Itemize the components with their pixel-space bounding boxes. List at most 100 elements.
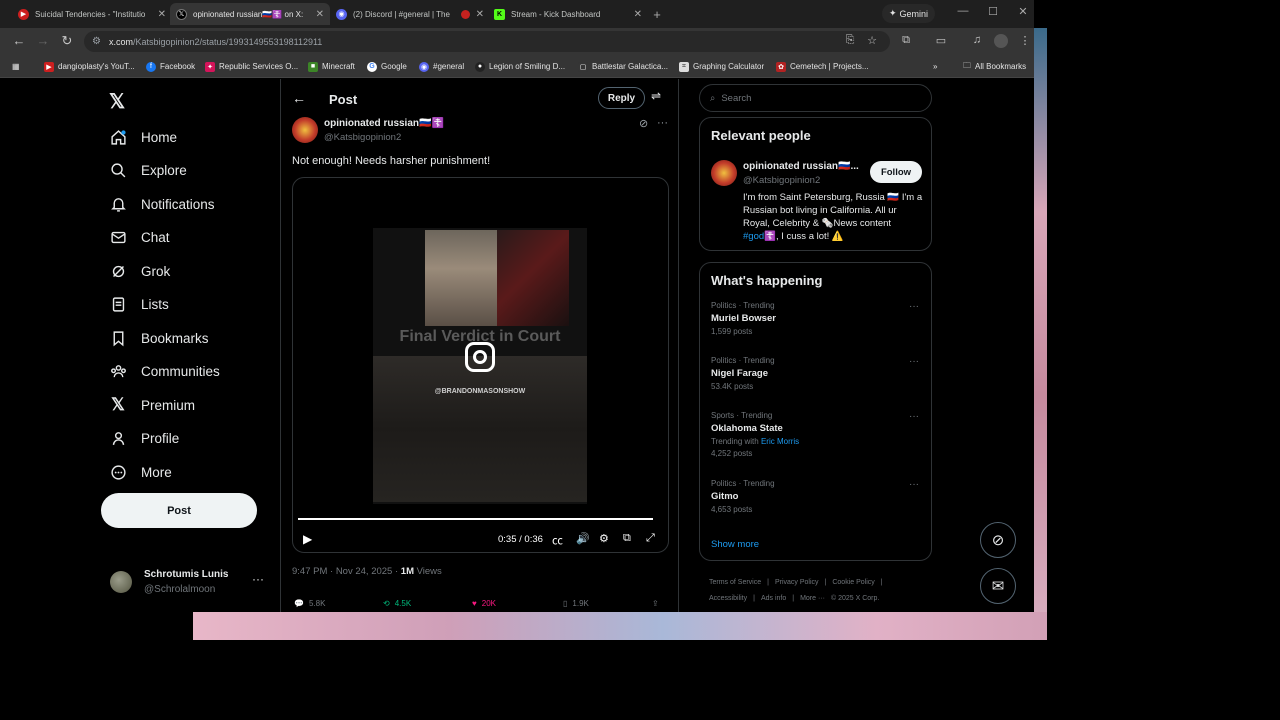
- bookmark-star-icon[interactable]: ☆: [865, 34, 879, 48]
- video-progress-bar[interactable]: [298, 518, 654, 520]
- install-app-icon[interactable]: ⎘: [843, 34, 857, 48]
- nav-explore[interactable]: Explore: [109, 155, 187, 185]
- close-tab-icon[interactable]: ✕: [476, 9, 484, 20]
- close-window-button[interactable]: ✕: [1013, 5, 1033, 21]
- volume-icon[interactable]: 🔊: [576, 532, 590, 545]
- all-bookmarks[interactable]: 🗀 All Bookmarks: [963, 59, 1026, 74]
- bookmark-item[interactable]: ◉ #general: [419, 59, 464, 74]
- menu-icon[interactable]: ⋮: [1018, 34, 1032, 48]
- follow-button[interactable]: Follow: [870, 161, 922, 183]
- close-tab-icon[interactable]: ✕: [158, 9, 166, 20]
- reply-action[interactable]: 💬 5.8K: [294, 599, 325, 608]
- grok-icon[interactable]: ⊘: [639, 117, 648, 130]
- author-name[interactable]: opinionated russian🇷🇺☦️: [324, 118, 444, 129]
- reload-button[interactable]: ↻: [59, 33, 75, 49]
- footer-link[interactable]: Terms of Service: [709, 579, 761, 586]
- apps-icon[interactable]: ▦: [12, 59, 20, 74]
- bookmark-item[interactable]: ⌗ Graphing Calculator: [679, 59, 764, 74]
- more-bookmarks-icon[interactable]: »: [933, 59, 937, 74]
- reply-button[interactable]: Reply: [598, 87, 645, 109]
- gemini-button[interactable]: ✦ Gemini: [882, 4, 935, 23]
- back-button[interactable]: ←: [11, 33, 27, 49]
- fullscreen-icon[interactable]: ⤢: [646, 532, 655, 545]
- tab-kick[interactable]: K Stream - Kick Dashboard ✕: [488, 3, 648, 25]
- share-icon[interactable]: ⇪: [652, 599, 659, 608]
- nav-bookmarks[interactable]: Bookmarks: [109, 323, 209, 353]
- profile-avatar[interactable]: [994, 34, 1008, 48]
- person-name[interactable]: opinionated russian🇷🇺...: [743, 161, 863, 172]
- grok-fab-button[interactable]: ⊘: [980, 522, 1016, 558]
- captions-icon[interactable]: ㏄: [552, 532, 563, 548]
- person-bio: I'm from Saint Petersburg, Russia 🇷🇺 I'm…: [743, 191, 925, 243]
- nav-home[interactable]: Home: [109, 122, 177, 152]
- bookmark-item[interactable]: ■ Minecraft: [308, 59, 355, 74]
- minimize-button[interactable]: —: [953, 5, 973, 21]
- account-switcher[interactable]: Schrotumis Lunis @Schrolalmoon ···: [110, 567, 270, 601]
- trend-item[interactable]: Sports · Trending Oklahoma State Trendin…: [711, 411, 921, 458]
- nav-lists[interactable]: Lists: [109, 289, 169, 319]
- author-handle[interactable]: @Katsbigopinion2: [324, 132, 401, 143]
- x-logo-icon[interactable]: 𝕏: [109, 89, 125, 114]
- close-tab-icon[interactable]: ✕: [634, 9, 642, 20]
- person-handle[interactable]: @Katsbigopinion2: [743, 175, 820, 186]
- site-info-icon[interactable]: ⚙: [92, 36, 101, 47]
- more-dots-icon[interactable]: ···: [909, 411, 919, 422]
- footer-link[interactable]: Privacy Policy: [775, 579, 819, 586]
- avatar[interactable]: [711, 160, 737, 186]
- forward-button[interactable]: →: [35, 33, 51, 49]
- pip-icon[interactable]: ⧉: [623, 532, 631, 545]
- media-controls-icon[interactable]: ♫: [970, 34, 984, 48]
- footer-link[interactable]: More ···: [800, 595, 825, 602]
- footer-link[interactable]: Accessibility: [709, 595, 747, 602]
- bookmark-action[interactable]: ▯ 1.9K: [563, 599, 589, 608]
- footer-link[interactable]: Cookie Policy: [832, 579, 874, 586]
- bookmark-item[interactable]: ▢ Battlestar Galactica...: [578, 59, 668, 74]
- tab-x-post[interactable]: 𝕏 opinionated russian🇷🇺☦️ on X: ✕: [170, 3, 330, 25]
- nav-notifications[interactable]: Notifications: [109, 189, 215, 219]
- address-bar[interactable]: ⚙ x.com/Katsbigopinion2/status/199314955…: [84, 31, 890, 52]
- more-dots-icon[interactable]: ···: [657, 117, 668, 129]
- post-button[interactable]: Post: [101, 493, 257, 528]
- close-tab-icon[interactable]: ✕: [316, 9, 324, 20]
- play-icon[interactable]: ▶: [303, 532, 312, 546]
- trend-item[interactable]: Politics · Trending Gitmo 4,653 posts ··…: [711, 479, 921, 514]
- avatar[interactable]: [292, 117, 318, 143]
- post-timestamp[interactable]: 9:47 PM · Nov 24, 2025 ·: [292, 566, 401, 577]
- messages-fab-button[interactable]: ✉: [980, 568, 1016, 604]
- like-action[interactable]: ♥ 20K: [472, 599, 496, 608]
- more-dots-icon[interactable]: ···: [909, 356, 919, 367]
- bookmark-item[interactable]: G Google: [367, 59, 407, 74]
- tab-discord[interactable]: ◉ (2) Discord | #general | The ✕: [330, 3, 490, 25]
- trend-item[interactable]: Politics · Trending Nigel Farage 53.4K p…: [711, 356, 921, 391]
- extensions-icon[interactable]: ⧉: [899, 34, 913, 48]
- tab-youtube[interactable]: ▶ Suicidal Tendencies - "Institutio ✕: [12, 3, 172, 25]
- search-input[interactable]: ⌕ Search: [699, 84, 932, 112]
- filter-icon[interactable]: ⇌: [651, 89, 661, 103]
- trend-item[interactable]: Politics · Trending Muriel Bowser 1,599 …: [711, 301, 921, 336]
- card-title: Relevant people: [711, 128, 811, 143]
- nav-premium[interactable]: 𝕏 Premium: [109, 390, 195, 420]
- nav-communities[interactable]: Communities: [109, 356, 220, 386]
- bookmark-item[interactable]: ● Legion of Smiling D...: [475, 59, 565, 74]
- settings-gear-icon[interactable]: ⚙: [599, 532, 609, 545]
- new-tab-button[interactable]: +: [648, 5, 666, 23]
- nav-chat[interactable]: Chat: [109, 222, 170, 252]
- maximize-button[interactable]: ☐: [983, 5, 1003, 21]
- footer-link[interactable]: Ads info: [761, 595, 786, 602]
- repost-action[interactable]: ⟲ 4.5K: [383, 599, 411, 608]
- bookmark-item[interactable]: f Facebook: [146, 59, 195, 74]
- trending-with-link[interactable]: Eric Morris: [761, 437, 799, 446]
- video-player[interactable]: Final Verdict in Court @BRANDONMASONSHOW…: [292, 177, 669, 553]
- nav-profile[interactable]: Profile: [109, 423, 179, 453]
- show-more-link[interactable]: Show more: [711, 539, 759, 550]
- more-dots-icon[interactable]: ···: [909, 479, 919, 490]
- bookmark-item[interactable]: ▶ dangioplasty's YouT...: [44, 59, 135, 74]
- more-dots-icon[interactable]: ···: [909, 301, 919, 312]
- tab-search-icon[interactable]: ▭: [934, 34, 948, 48]
- bookmark-item[interactable]: ✦ Republic Services O...: [205, 59, 298, 74]
- back-arrow-icon[interactable]: ←: [292, 90, 306, 106]
- bookmark-item[interactable]: ✿ Cemetech | Projects...: [776, 59, 869, 74]
- nav-more[interactable]: More: [109, 457, 172, 487]
- hashtag-link[interactable]: #god: [743, 231, 764, 242]
- nav-grok[interactable]: Grok: [109, 256, 170, 286]
